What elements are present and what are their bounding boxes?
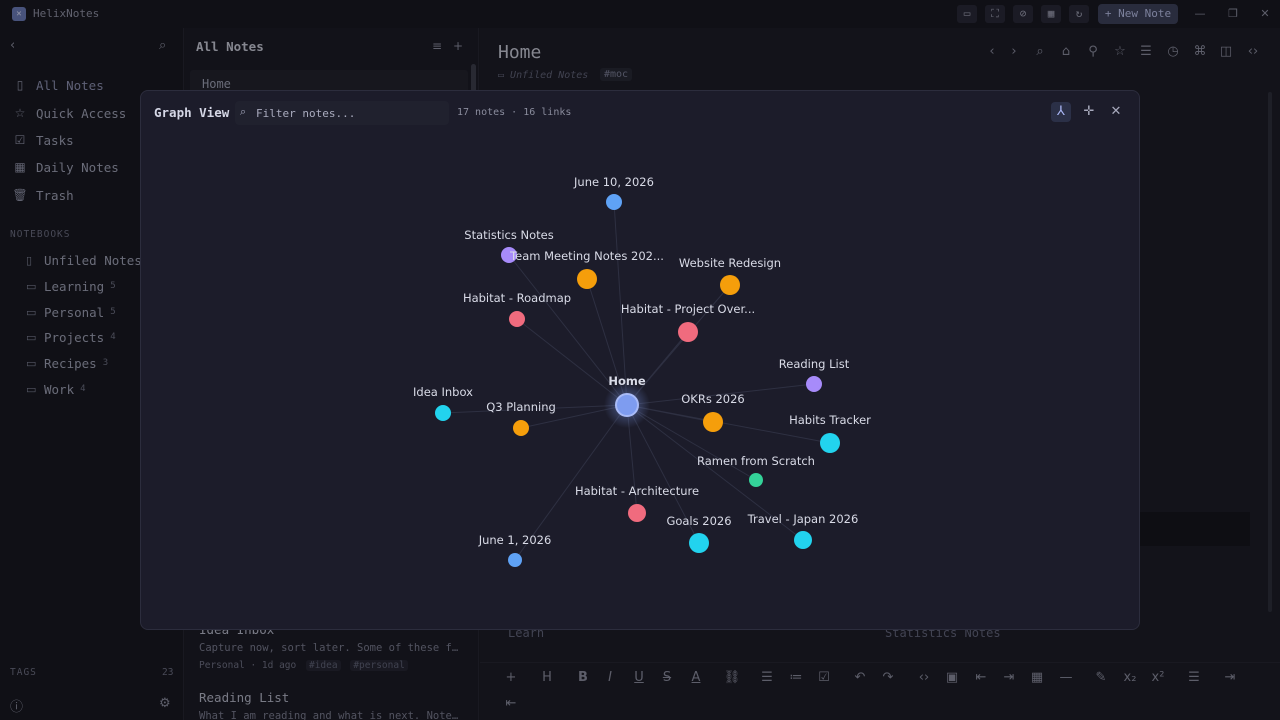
graph-node-label: June 10, 2026 — [573, 175, 654, 189]
graph-node-label: Team Meeting Notes 202... — [509, 249, 664, 263]
graph-node-label: Idea Inbox — [413, 385, 473, 399]
graph-node[interactable]: Idea Inbox — [413, 385, 473, 421]
graph-node[interactable]: Website Redesign — [679, 256, 781, 295]
graph-node[interactable]: June 10, 2026 — [573, 175, 654, 210]
graph-node[interactable]: Home — [604, 374, 650, 428]
graph-node-dot[interactable] — [435, 405, 451, 421]
graph-node-dot[interactable] — [606, 194, 622, 210]
graph-node-label: Website Redesign — [679, 256, 781, 270]
graph-node-label: Reading List — [779, 357, 850, 371]
graph-view-modal: Graph View ⌕ 17 notes · 16 links ⅄ ✛ ✕ H… — [140, 90, 1140, 630]
graph-node[interactable]: Habitat - Project Over... — [621, 302, 755, 342]
graph-node-label: Habitat - Architecture — [575, 484, 699, 498]
graph-node-label: Statistics Notes — [464, 228, 553, 242]
graph-node-dot[interactable] — [806, 376, 822, 392]
graph-node-dot[interactable] — [703, 412, 723, 432]
graph-node[interactable]: Ramen from Scratch — [697, 454, 815, 487]
graph-node[interactable]: Q3 Planning — [486, 400, 556, 436]
graph-node-label: Habits Tracker — [789, 413, 871, 427]
graph-node[interactable]: June 1, 2026 — [478, 533, 552, 567]
graph-node-label: Habitat - Project Over... — [621, 302, 755, 316]
graph-node-label: Travel - Japan 2026 — [747, 512, 859, 526]
graph-node-label: Habitat - Roadmap — [463, 291, 571, 305]
graph-node-dot[interactable] — [749, 473, 763, 487]
graph-node[interactable]: OKRs 2026 — [681, 392, 745, 432]
graph-node-dot[interactable] — [509, 311, 525, 327]
graph-node-dot[interactable] — [720, 275, 740, 295]
graph-node-label: Goals 2026 — [666, 514, 731, 528]
graph-node-dot[interactable] — [678, 322, 698, 342]
graph-node-dot[interactable] — [820, 433, 840, 453]
graph-node-dot[interactable] — [513, 420, 529, 436]
graph-node-label: Ramen from Scratch — [697, 454, 815, 468]
graph-node-dot[interactable] — [577, 269, 597, 289]
graph-node-dot[interactable] — [794, 531, 812, 549]
graph-node-dot[interactable] — [689, 533, 709, 553]
graph-node-label: OKRs 2026 — [681, 392, 745, 406]
graph-node[interactable]: Habits Tracker — [789, 413, 871, 453]
graph-canvas[interactable]: Home June 10, 2026 Statistics Notes Team Me… — [141, 91, 1141, 631]
graph-node[interactable]: Goals 2026 — [666, 514, 732, 553]
graph-node[interactable]: Travel - Japan 2026 — [747, 512, 859, 549]
graph-node[interactable]: Habitat - Roadmap — [463, 291, 571, 327]
graph-node-dot[interactable] — [628, 504, 646, 522]
graph-node-label: Home — [608, 374, 646, 388]
graph-node-dot[interactable] — [615, 393, 639, 417]
graph-node-dot[interactable] — [508, 553, 522, 567]
graph-node-label: June 1, 2026 — [478, 533, 552, 547]
graph-node[interactable]: Team Meeting Notes 202... — [509, 249, 664, 289]
graph-node-label: Q3 Planning — [486, 400, 556, 414]
graph-nodes: Home June 10, 2026 Statistics Notes Team Me… — [413, 175, 871, 567]
